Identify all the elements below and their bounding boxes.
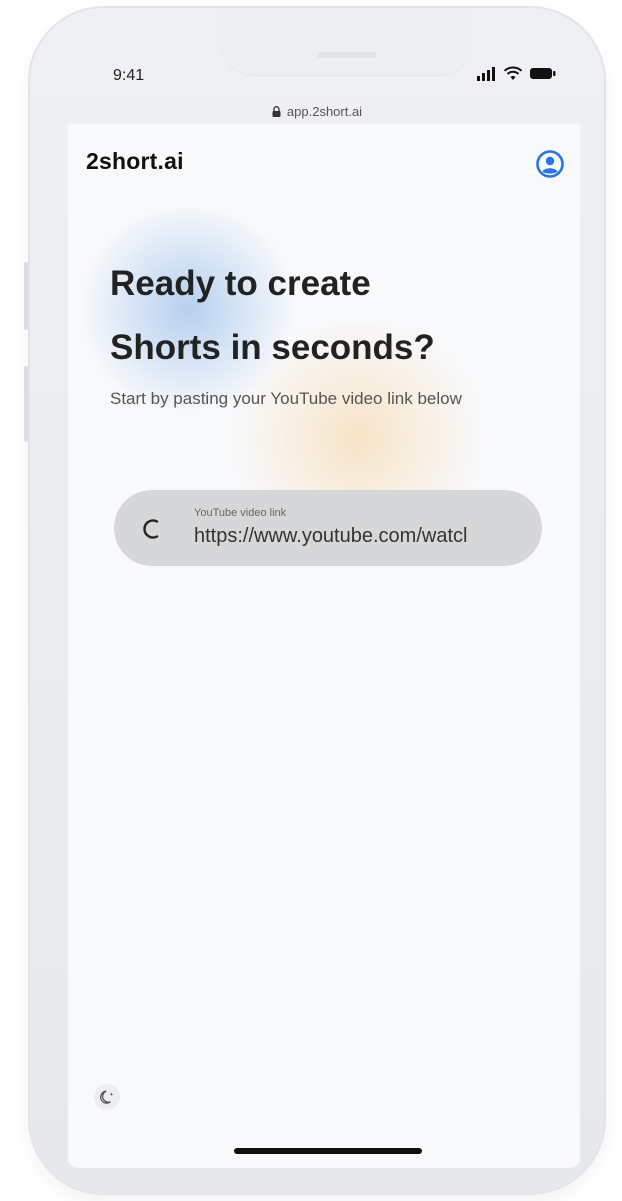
page-subtitle: Start by pasting your YouTube video link…	[110, 389, 462, 408]
lock-icon	[272, 106, 281, 117]
app-logo[interactable]: 2short.ai	[86, 148, 184, 175]
youtube-link-value[interactable]: https://www.youtube.com/watcl	[194, 525, 534, 548]
page: 9:41 app.2short.ai 2short.ai Ready to cr…	[0, 0, 622, 1201]
browser-url: app.2short.ai	[286, 104, 363, 119]
volume-down-button	[24, 366, 29, 442]
account-icon[interactable]	[536, 150, 564, 178]
app-screen: 2short.ai Ready to create Shorts in seco…	[68, 124, 580, 1168]
status-time: 9:41	[113, 67, 145, 84]
volume-up-button	[24, 262, 29, 330]
moon-icon	[99, 1090, 113, 1104]
headline-line-1: Ready to create	[110, 264, 371, 303]
browser-url-bar[interactable]: app.2short.ai	[0, 104, 622, 119]
phone-speaker	[317, 52, 377, 58]
phone-notch	[220, 8, 474, 76]
wifi-icon	[503, 66, 523, 80]
youtube-link-input[interactable]: YouTube video link https://www.youtube.c…	[114, 490, 542, 566]
theme-toggle-button[interactable]	[94, 1084, 120, 1110]
status-icons	[476, 66, 556, 81]
battery-icon	[530, 68, 556, 79]
headline-line-2: Shorts in seconds?	[110, 328, 435, 367]
youtube-link-label: YouTube video link	[194, 507, 287, 519]
home-indicator[interactable]	[234, 1148, 422, 1154]
spinner-icon	[143, 519, 159, 539]
cellular-signal-icon	[477, 66, 495, 81]
page-headline: Ready to create Shorts in seconds?	[110, 252, 550, 380]
